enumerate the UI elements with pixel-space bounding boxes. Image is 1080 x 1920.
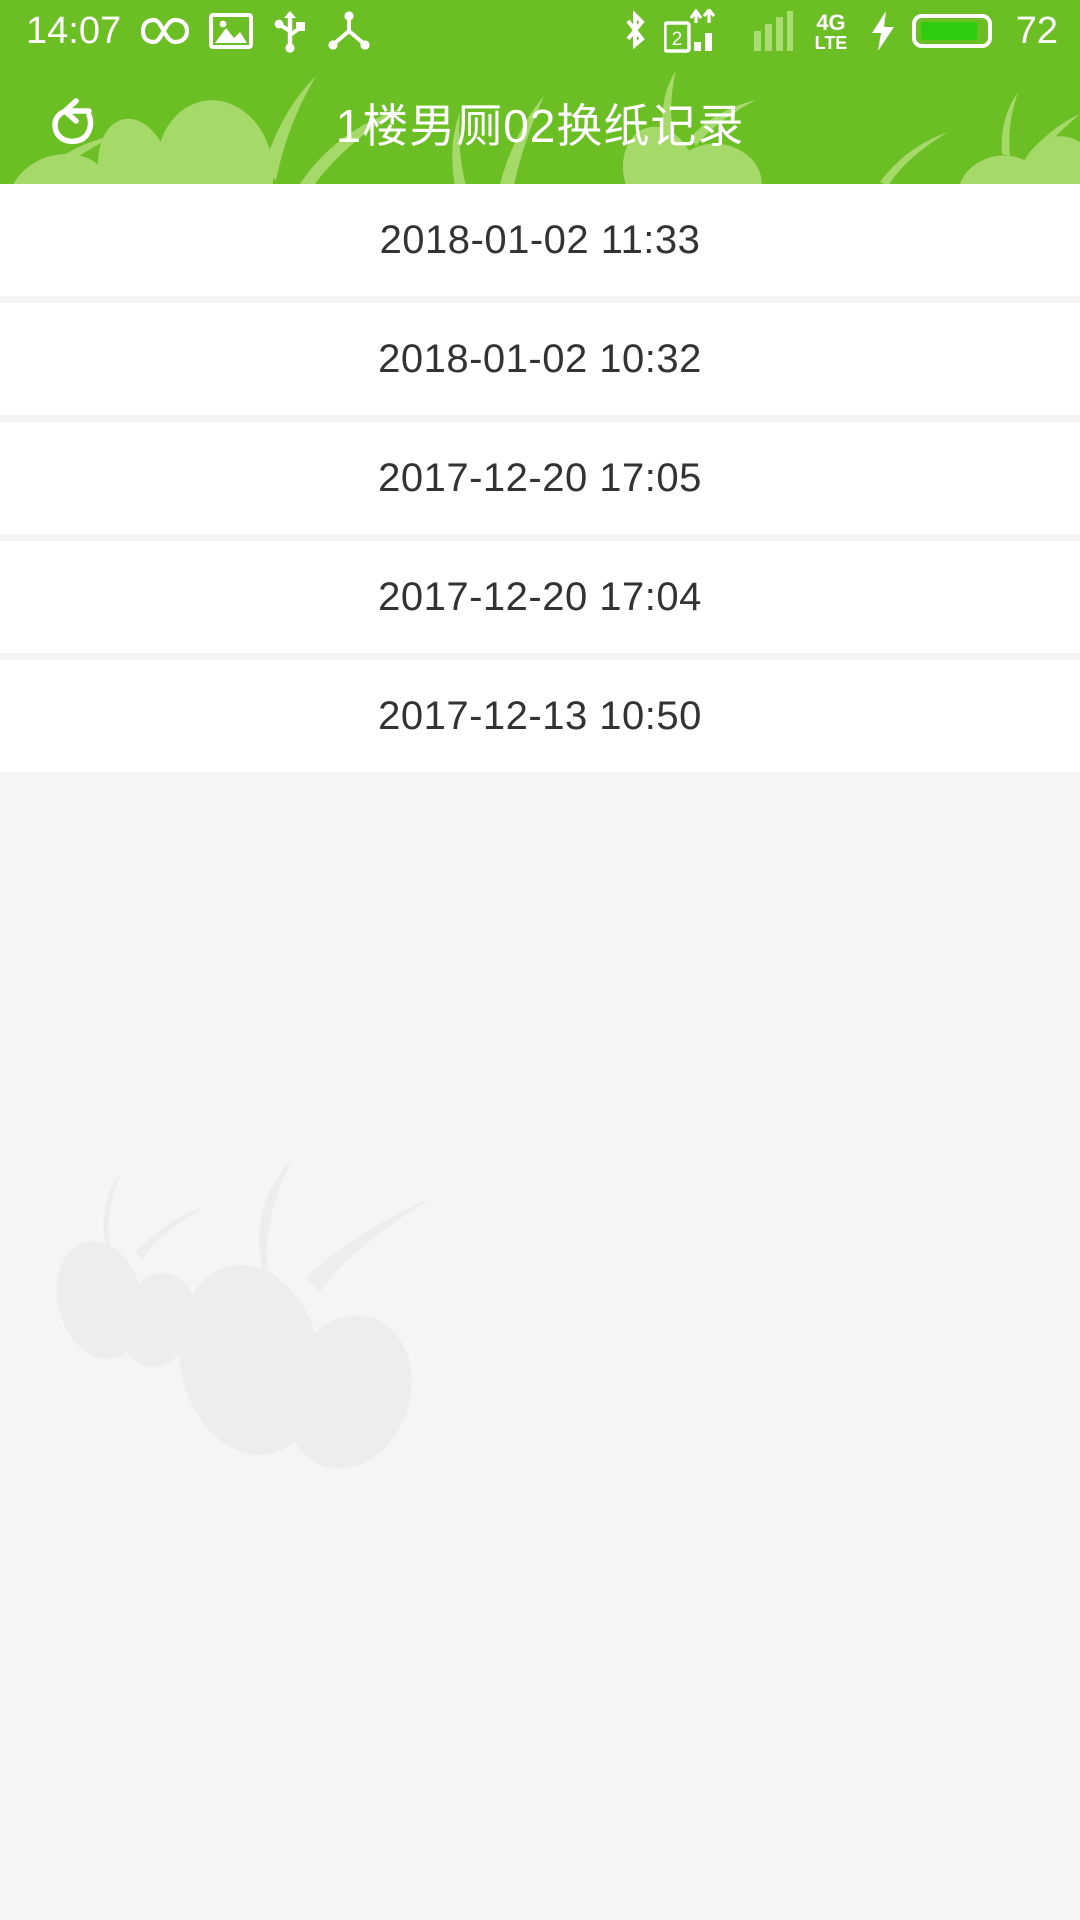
list-item[interactable]: 2018-01-02 10:32 bbox=[0, 303, 1080, 415]
app-header: 1楼男厕02换纸记录 bbox=[0, 62, 1080, 184]
battery-icon bbox=[911, 9, 996, 53]
infinity-icon bbox=[141, 14, 190, 48]
list-item[interactable]: 2017-12-13 10:50 bbox=[0, 660, 1080, 772]
list-item-timestamp: 2017-12-20 17:04 bbox=[378, 574, 702, 619]
list-item-timestamp: 2017-12-13 10:50 bbox=[378, 693, 702, 738]
list-divider bbox=[0, 296, 1080, 303]
share-node-icon bbox=[327, 11, 371, 51]
empty-area bbox=[0, 957, 1080, 1920]
list-item-timestamp: 2018-01-02 11:33 bbox=[379, 217, 701, 262]
list-item[interactable]: 2017-12-20 17:04 bbox=[0, 541, 1080, 653]
battery-percent-label: 72 bbox=[1015, 10, 1058, 52]
status-bar-clock: 14:07 bbox=[26, 10, 122, 52]
svg-text:2: 2 bbox=[671, 29, 682, 50]
list-item-timestamp: 2017-12-20 17:05 bbox=[378, 455, 702, 500]
record-list: 2018-01-02 11:33 2018-01-02 10:32 2017-1… bbox=[0, 184, 1080, 772]
lte-label-bottom: LTE bbox=[814, 33, 847, 53]
list-divider bbox=[0, 534, 1080, 541]
status-bar: 14:07 2 4G LTE 72 bbox=[0, 0, 1080, 62]
back-button[interactable] bbox=[34, 81, 118, 165]
signal-bars-icon bbox=[752, 9, 794, 53]
list-item[interactable]: 2018-01-02 11:33 bbox=[0, 184, 1080, 296]
page-title: 1楼男厕02换纸记录 bbox=[335, 100, 745, 152]
sim2-signal-icon: 2 bbox=[663, 9, 738, 53]
list-divider bbox=[0, 415, 1080, 422]
lte-label-top: 4G bbox=[816, 10, 845, 35]
bluetooth-icon bbox=[620, 9, 650, 53]
back-undo-arrow-icon bbox=[52, 98, 94, 145]
gallery-icon bbox=[209, 12, 254, 50]
status-bar-right: 2 4G LTE 72 bbox=[620, 8, 1058, 54]
list-item-timestamp: 2018-01-02 10:32 bbox=[378, 336, 702, 381]
screen-root: 14:07 2 4G LTE 72 1楼男厕02换纸记录 2018-01-02 … bbox=[0, 0, 1080, 1920]
list-divider bbox=[0, 653, 1080, 660]
usb-icon bbox=[273, 9, 307, 53]
header-bar: 1楼男厕02换纸记录 bbox=[0, 62, 1080, 184]
butterfly-watermark-icon bbox=[56, 1160, 432, 1469]
status-bar-left: 14:07 bbox=[26, 9, 371, 53]
charging-bolt-icon bbox=[868, 9, 898, 53]
list-item[interactable]: 2017-12-20 17:05 bbox=[0, 422, 1080, 534]
lte-icon: 4G LTE bbox=[808, 8, 854, 54]
